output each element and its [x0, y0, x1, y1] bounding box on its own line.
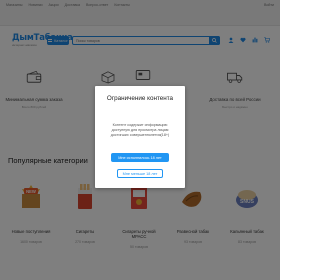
modal-title: Ограничение контента [106, 95, 174, 102]
modal-text: Контент содержит информацию доступную дл… [110, 123, 170, 137]
under-18-button[interactable]: Мне меньше 18 лет [117, 169, 163, 178]
age-restriction-modal: Ограничение контента Контент содержит ин… [95, 86, 185, 188]
confirm-adult-button[interactable]: Мне исполнилось 18 лет [111, 153, 169, 162]
